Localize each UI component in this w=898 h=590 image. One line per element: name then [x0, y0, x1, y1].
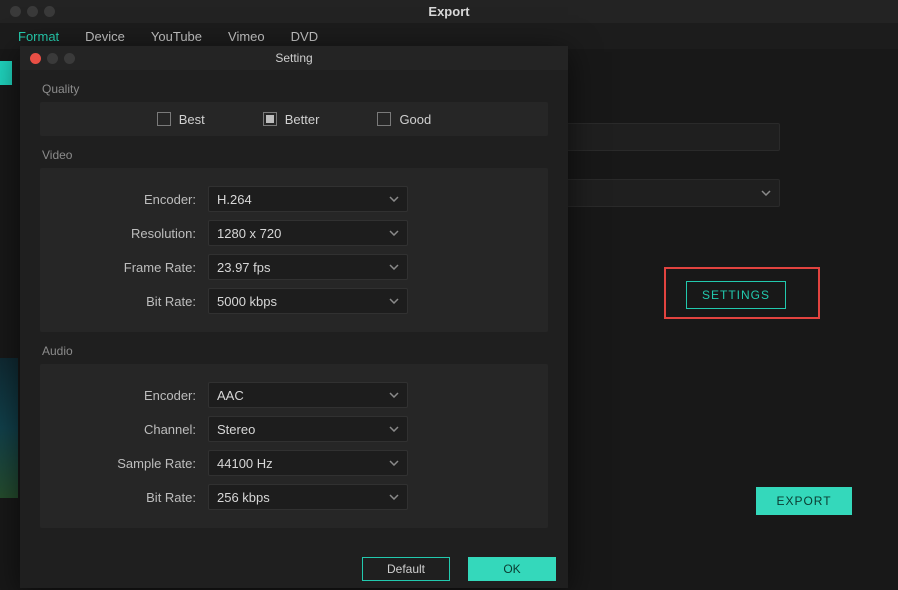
- checkbox-icon: [377, 112, 391, 126]
- row-label: Sample Rate:: [40, 456, 208, 471]
- audio-label: Audio: [20, 332, 568, 364]
- export-button[interactable]: EXPORT: [756, 487, 852, 515]
- chevron-down-icon: [389, 426, 399, 432]
- audio-encoder-select[interactable]: AAC: [208, 382, 408, 408]
- audio-bitrate-select[interactable]: 256 kbps: [208, 484, 408, 510]
- resolution-select[interactable]: [560, 179, 780, 207]
- chevron-down-icon: [389, 264, 399, 270]
- audio-samplerate-row: Sample Rate: 44100 Hz: [40, 446, 532, 480]
- format-list-selection: [0, 61, 12, 85]
- audio-bitrate-row: Bit Rate: 256 kbps: [40, 480, 532, 514]
- default-button[interactable]: Default: [362, 557, 450, 581]
- row-label: Encoder:: [40, 388, 208, 403]
- chevron-down-icon: [389, 494, 399, 500]
- select-value: 23.97 fps: [217, 260, 271, 275]
- select-value: 44100 Hz: [217, 456, 273, 471]
- name-input[interactable]: [560, 123, 780, 151]
- quality-option-label: Better: [285, 112, 320, 127]
- tab-format[interactable]: Format: [18, 29, 59, 44]
- tab-dvd[interactable]: DVD: [291, 29, 318, 44]
- quality-option-label: Best: [179, 112, 205, 127]
- video-resolution-select[interactable]: 1280 x 720: [208, 220, 408, 246]
- quality-option-better[interactable]: Better: [263, 112, 320, 127]
- select-value: H.264: [217, 192, 252, 207]
- video-resolution-row: Resolution: 1280 x 720: [40, 216, 532, 250]
- chevron-down-icon: [761, 190, 771, 196]
- audio-channel-row: Channel: Stereo: [40, 412, 532, 446]
- settings-title: Setting: [20, 51, 568, 65]
- settings-highlight: SETTINGS: [664, 267, 820, 319]
- audio-channel-select[interactable]: Stereo: [208, 416, 408, 442]
- main-titlebar: Export: [0, 0, 898, 23]
- quality-label: Quality: [20, 70, 568, 102]
- settings-footer: Default OK: [20, 550, 568, 588]
- chevron-down-icon: [389, 298, 399, 304]
- row-label: Encoder:: [40, 192, 208, 207]
- video-encoder-row: Encoder: H.264: [40, 182, 532, 216]
- audio-panel: Encoder: AAC Channel: Stereo Sample Rate…: [40, 364, 548, 528]
- video-encoder-select[interactable]: H.264: [208, 186, 408, 212]
- video-bitrate-select[interactable]: 5000 kbps: [208, 288, 408, 314]
- timeline-thumbnail: [0, 358, 18, 498]
- audio-samplerate-select[interactable]: 44100 Hz: [208, 450, 408, 476]
- checkbox-icon: [263, 112, 277, 126]
- quality-option-label: Good: [399, 112, 431, 127]
- video-label: Video: [20, 136, 568, 168]
- row-label: Resolution:: [40, 226, 208, 241]
- checkbox-fill-icon: [266, 115, 274, 123]
- chevron-down-icon: [389, 392, 399, 398]
- video-framerate-row: Frame Rate: 23.97 fps: [40, 250, 532, 284]
- select-value: Stereo: [217, 422, 255, 437]
- select-value: 256 kbps: [217, 490, 270, 505]
- chevron-down-icon: [389, 196, 399, 202]
- settings-titlebar: Setting: [20, 46, 568, 70]
- select-value: 5000 kbps: [217, 294, 277, 309]
- audio-encoder-row: Encoder: AAC: [40, 378, 532, 412]
- chevron-down-icon: [389, 460, 399, 466]
- settings-window: Setting Quality Best Better Good Video E…: [20, 46, 568, 588]
- tab-vimeo[interactable]: Vimeo: [228, 29, 265, 44]
- quality-option-good[interactable]: Good: [377, 112, 431, 127]
- select-value: 1280 x 720: [217, 226, 281, 241]
- tab-youtube[interactable]: YouTube: [151, 29, 202, 44]
- video-bitrate-row: Bit Rate: 5000 kbps: [40, 284, 532, 318]
- row-label: Channel:: [40, 422, 208, 437]
- chevron-down-icon: [389, 230, 399, 236]
- video-panel: Encoder: H.264 Resolution: 1280 x 720 Fr…: [40, 168, 548, 332]
- row-label: Bit Rate:: [40, 490, 208, 505]
- settings-button[interactable]: SETTINGS: [686, 281, 786, 309]
- quality-option-best[interactable]: Best: [157, 112, 205, 127]
- video-framerate-select[interactable]: 23.97 fps: [208, 254, 408, 280]
- checkbox-icon: [157, 112, 171, 126]
- window-title: Export: [0, 4, 898, 19]
- row-label: Frame Rate:: [40, 260, 208, 275]
- row-label: Bit Rate:: [40, 294, 208, 309]
- select-value: AAC: [217, 388, 244, 403]
- quality-panel: Best Better Good: [40, 102, 548, 136]
- tab-device[interactable]: Device: [85, 29, 125, 44]
- ok-button[interactable]: OK: [468, 557, 556, 581]
